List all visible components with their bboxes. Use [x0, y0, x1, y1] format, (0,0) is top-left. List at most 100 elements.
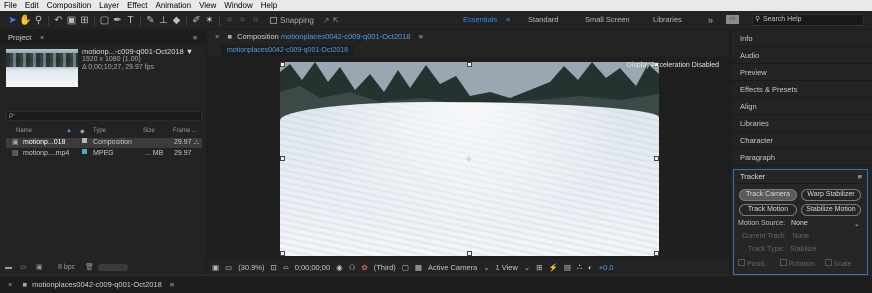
current-time[interactable]: 0;00;00;00 — [295, 263, 330, 272]
project-search-input[interactable]: ρ- — [6, 111, 202, 121]
chevron-down-icon[interactable]: ⌄ — [483, 263, 489, 272]
label-tag-icon[interactable]: ◆ — [80, 128, 85, 135]
rotation-checkbox[interactable] — [779, 259, 787, 266]
composition-tab[interactable]: × ■ Composition motionplaces0042-c009-q0… — [207, 30, 729, 44]
layer-handle[interactable] — [467, 62, 472, 67]
panel-align[interactable]: Align — [731, 98, 872, 115]
close-icon[interactable]: × — [8, 280, 12, 289]
search-help-input[interactable]: ⚲ Search Help — [752, 14, 864, 26]
pan-behind-tool-icon[interactable]: ⊞ — [78, 14, 91, 27]
timeline-icon[interactable]: ▤ — [564, 263, 571, 272]
label-color-swatch[interactable] — [82, 138, 87, 143]
workspace-small-screen[interactable]: Small Screen — [585, 11, 630, 29]
selection-tool-icon[interactable]: ➤ — [6, 14, 19, 27]
view-axis-icon[interactable]: ⌗ — [249, 14, 262, 27]
menu-layer[interactable]: Layer — [95, 0, 123, 11]
menu-file[interactable]: File — [0, 0, 21, 11]
rectangle-tool-icon[interactable]: ▢ — [98, 14, 111, 27]
project-row[interactable]: ▣ motionp...018 Composition 29.97 ⛬ — [6, 138, 202, 148]
panel-paragraph[interactable]: Paragraph — [731, 149, 872, 166]
scale-checkbox[interactable] — [824, 259, 832, 266]
workspace-libraries[interactable]: Libraries — [653, 11, 682, 29]
resolution-menu[interactable]: (Third) — [374, 263, 396, 272]
timeline-comp-name[interactable]: motionplaces0042-c009-q001-Oct2018 — [32, 280, 162, 289]
menu-edit[interactable]: Edit — [21, 0, 43, 11]
menu-help[interactable]: Help — [257, 0, 281, 11]
toggle-pixel-aspect-icon[interactable]: ⊞ — [536, 263, 542, 272]
fast-previews-icon[interactable]: ⚡ — [548, 263, 557, 272]
panel-menu-icon[interactable]: ≡ — [193, 30, 197, 45]
panel-preview[interactable]: Preview — [731, 64, 872, 81]
type-tool-icon[interactable]: T — [124, 14, 137, 27]
column-frame-rate[interactable]: Frame ... — [173, 128, 197, 134]
mask-visibility-icon[interactable]: ⌓ — [283, 262, 289, 272]
panel-info[interactable]: Info — [731, 30, 872, 47]
thumbnail-slider[interactable] — [98, 264, 128, 271]
chevron-down-icon[interactable]: ⌄ — [524, 263, 530, 272]
layer-handle[interactable] — [654, 156, 659, 161]
snap-edges-icon[interactable]: ↗ — [323, 16, 330, 25]
composition-breadcrumb[interactable]: motionplaces0042-c009-q001-Oct2018 — [221, 45, 355, 56]
camera-view-menu[interactable]: Active Camera — [428, 263, 477, 272]
eraser-tool-icon[interactable]: ◆ — [170, 14, 183, 27]
snapping-checkbox[interactable] — [270, 16, 277, 24]
tracker-header[interactable]: Tracker ≡ — [734, 170, 867, 184]
layer-handle[interactable] — [467, 251, 472, 256]
region-of-interest-icon[interactable]: ▢ — [402, 263, 409, 272]
workspace-essentials[interactable]: Essentials — [463, 11, 497, 29]
channel-icon[interactable]: ✿ — [361, 263, 367, 272]
roto-brush-tool-icon[interactable]: ✐ — [190, 14, 203, 27]
camera-tool-icon[interactable]: ▣ — [65, 14, 78, 27]
panel-libraries[interactable]: Libraries — [731, 115, 872, 132]
panel-audio[interactable]: Audio — [731, 47, 872, 64]
close-icon[interactable]: × — [215, 32, 219, 41]
track-motion-button[interactable]: Track Motion — [739, 204, 797, 216]
menu-effect[interactable]: Effect — [123, 0, 151, 11]
panel-menu-icon[interactable]: ≡ — [858, 170, 862, 184]
hand-tool-icon[interactable]: ✋ — [19, 14, 32, 27]
anchor-point-icon[interactable]: ✧ — [465, 154, 473, 165]
flowchart-icon[interactable]: ⛬ — [194, 138, 199, 148]
sync-settings-icon[interactable]: ▭ — [726, 15, 739, 24]
chevron-down-icon[interactable]: ⌄ — [854, 220, 860, 228]
composition-viewer[interactable]: ✧ Display Acceleration Disabled — [207, 57, 729, 259]
workspace-menu-icon[interactable]: ≡ — [506, 11, 510, 29]
composition-frame[interactable]: ✧ — [280, 62, 659, 256]
layer-handle[interactable] — [280, 156, 285, 161]
project-tab[interactable]: Project × ≡ — [0, 30, 206, 45]
layer-handle[interactable] — [280, 62, 285, 67]
menu-animation[interactable]: Animation — [151, 0, 195, 11]
panel-effects-presets[interactable]: Effects & Presets — [731, 81, 872, 98]
local-axis-icon[interactable]: ⌗ — [223, 14, 236, 27]
project-row[interactable]: ▤ motionp....mp4 MPEG ... MB 29.97 — [6, 149, 202, 159]
warp-stabilizer-button[interactable]: Warp Stabilizer — [801, 189, 861, 201]
exposure-value[interactable]: +0.0 — [599, 263, 614, 272]
safe-margins-icon[interactable]: ⊡ — [270, 263, 276, 272]
menu-view[interactable]: View — [195, 0, 220, 11]
panel-menu-icon[interactable]: ≡ — [170, 280, 174, 289]
world-axis-icon[interactable]: ⌗ — [236, 14, 249, 27]
trash-icon[interactable]: 🗑 — [85, 260, 94, 275]
always-preview-icon[interactable]: ▣ — [212, 263, 219, 272]
column-size[interactable]: Size — [143, 128, 155, 134]
menu-window[interactable]: Window — [220, 0, 256, 11]
new-folder-icon[interactable]: ▭ — [20, 260, 27, 275]
close-icon[interactable]: × — [40, 30, 44, 45]
magnification-menu[interactable]: (30.9%) — [238, 263, 264, 272]
sort-ascending-icon[interactable]: ▲ — [66, 128, 72, 134]
workspace-overflow-icon[interactable]: » — [708, 11, 713, 29]
interpret-footage-icon[interactable]: ▬ — [5, 260, 12, 275]
snapping-toggle[interactable]: Snapping ↗ ⇱ — [270, 16, 339, 25]
current-track-select[interactable]: None — [792, 233, 809, 240]
zoom-tool-icon[interactable]: ⚲ — [32, 14, 45, 27]
column-name[interactable]: Name — [16, 128, 32, 134]
transparency-grid-icon[interactable]: ▦ — [415, 263, 422, 272]
column-type[interactable]: Type — [93, 128, 106, 134]
snap-features-icon[interactable]: ⇱ — [333, 16, 340, 25]
show-snapshot-icon[interactable]: ⚇ — [349, 263, 356, 272]
file-name[interactable]: motionp...-c009-q001-Oct2018 ▼ — [82, 48, 193, 56]
track-camera-button[interactable]: Track Camera — [739, 189, 797, 201]
view-layout-menu[interactable]: 1 View — [495, 263, 517, 272]
panel-menu-icon[interactable]: ≡ — [419, 32, 423, 41]
lock-icon[interactable]: ■ — [227, 32, 232, 41]
